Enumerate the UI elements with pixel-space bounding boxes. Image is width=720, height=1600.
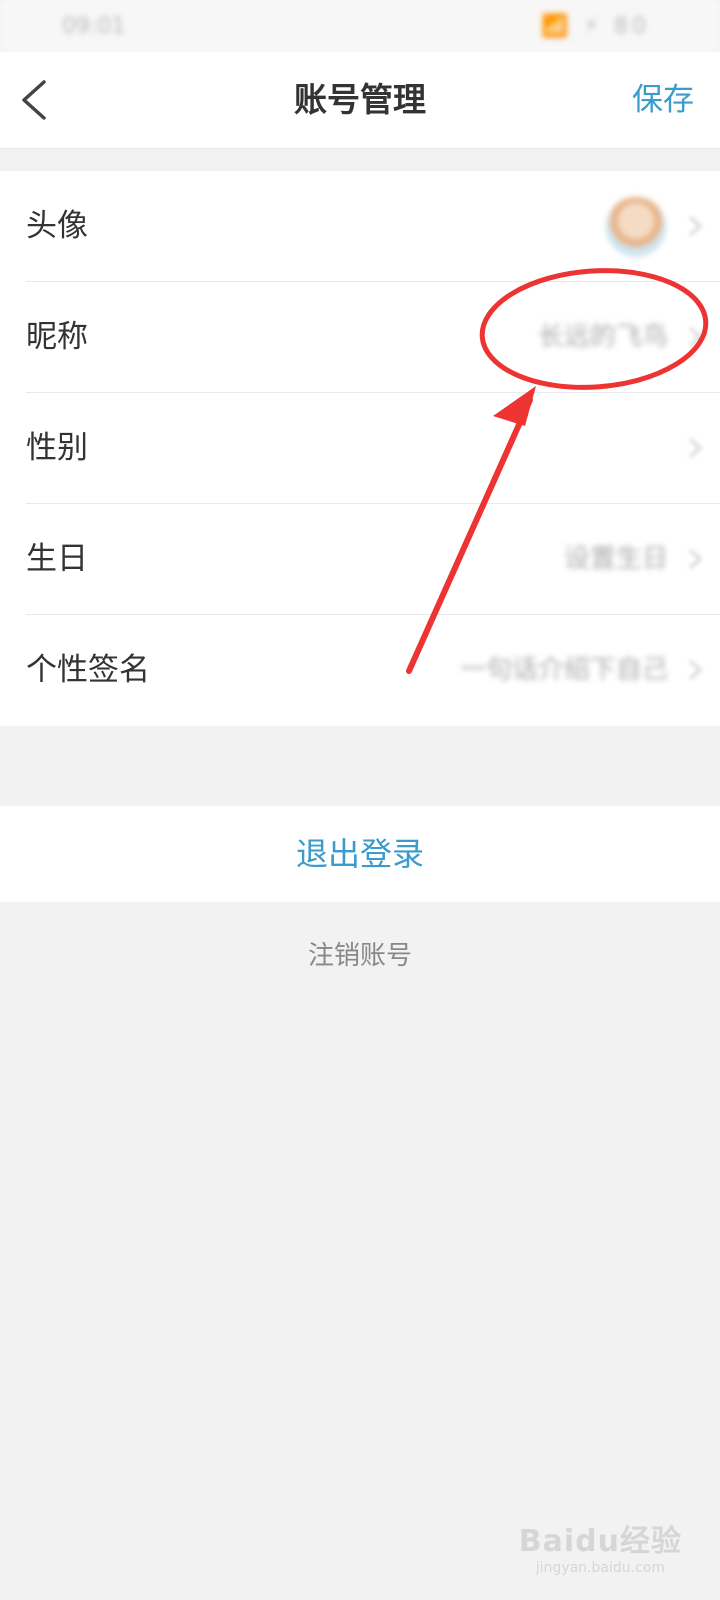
row-value: 一句话介绍下自己 — [459, 655, 668, 685]
settings-row-avatar[interactable]: 头像 — [26, 171, 720, 282]
chevron-right-icon — [689, 549, 702, 569]
logout-button[interactable]: 退出登录 — [0, 806, 720, 902]
status-bar: 09:01 📶 ⚡ 80 — [0, 0, 720, 52]
row-label: 昵称 — [26, 319, 88, 355]
chevron-right-icon — [689, 660, 702, 680]
chevron-right-icon — [689, 216, 702, 236]
avatar — [606, 197, 666, 257]
watermark-logo: Baidu经验 — [518, 1524, 682, 1559]
logout-label: 退出登录 — [295, 835, 424, 873]
status-time: 09:01 — [62, 14, 126, 39]
watermark: Baidu经验 jingyan.baidu.com — [519, 1516, 682, 1576]
row-label: 性别 — [26, 430, 88, 466]
row-value: 长远的飞鸟 — [537, 322, 668, 352]
chevron-right-icon — [689, 327, 702, 347]
settings-row-birthday[interactable]: 生日 设置生日 — [26, 504, 720, 615]
save-button[interactable]: 保存 — [632, 52, 694, 148]
row-label: 个性签名 — [26, 652, 150, 688]
settings-row-nickname[interactable]: 昵称 长远的飞鸟 — [26, 282, 720, 393]
settings-list: 头像 昵称 长远的飞鸟 性别 生日 设置生日 个性签名 一句话介绍下自己 — [0, 171, 720, 726]
settings-row-signature[interactable]: 个性签名 一句话介绍下自己 — [26, 615, 720, 725]
chevron-right-icon — [689, 438, 702, 458]
row-label: 头像 — [26, 208, 88, 244]
row-label: 生日 — [26, 541, 88, 577]
page-title: 账号管理 — [294, 80, 426, 119]
deactivate-account-link[interactable]: 注销账号 — [0, 935, 720, 972]
settings-row-gender[interactable]: 性别 — [26, 393, 720, 504]
status-icons: 📶 ⚡ 80 — [541, 14, 650, 39]
watermark-url: jingyan.baidu.com — [535, 1560, 665, 1576]
nav-bar: 账号管理 保存 — [0, 52, 720, 149]
row-value: 设置生日 — [563, 544, 668, 574]
